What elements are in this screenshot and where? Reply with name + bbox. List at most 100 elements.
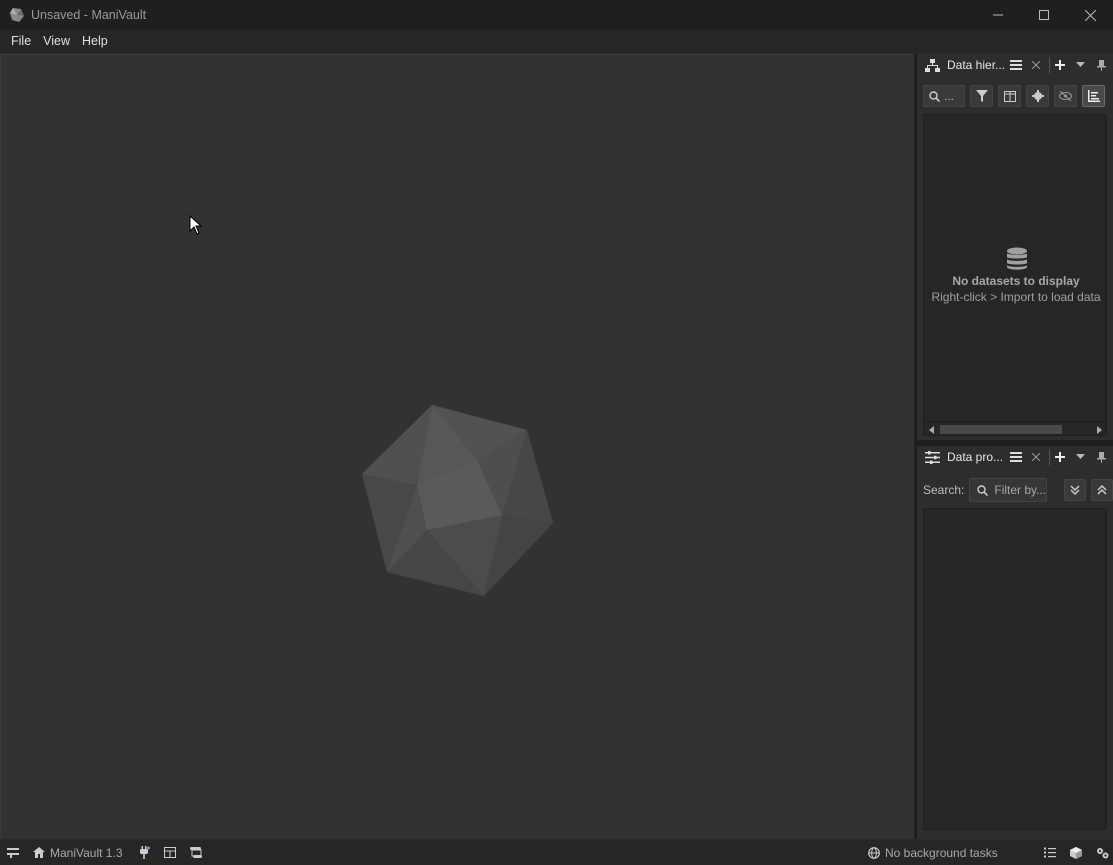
- data-properties-title: Data pro...: [947, 450, 1004, 464]
- gears-icon: [1096, 847, 1108, 858]
- search-icon: [977, 484, 989, 496]
- central-workspace[interactable]: [0, 54, 914, 839]
- scroll-icon: [189, 847, 202, 858]
- close-window-button[interactable]: [1067, 0, 1113, 30]
- home-icon: [33, 847, 45, 858]
- scrollbar-thumb[interactable]: [940, 425, 1062, 434]
- add-view-button[interactable]: [1052, 449, 1068, 465]
- plugins-button[interactable]: [137, 846, 151, 860]
- close-icon: [1032, 453, 1040, 461]
- pin-button[interactable]: [1093, 57, 1109, 73]
- menu-help[interactable]: Help: [76, 30, 114, 53]
- close-icon: [1084, 9, 1096, 21]
- maximize-button[interactable]: [1021, 0, 1067, 30]
- plug-icon: [139, 846, 150, 859]
- app-version-label: ManiVault 1.3: [50, 845, 123, 860]
- data-manager-button[interactable]: [1069, 846, 1083, 860]
- minimize-icon: [993, 14, 1003, 16]
- tree-list-icon: [1087, 90, 1100, 102]
- app-logo-icon: [10, 8, 24, 22]
- eye-slash-icon: [1059, 91, 1072, 101]
- manivault-logo-watermark: [362, 405, 553, 596]
- menu-file[interactable]: File: [5, 30, 37, 53]
- menu-bar: File View Help: [0, 30, 1113, 53]
- header-divider: [1049, 449, 1050, 465]
- data-hierarchy-title: Data hier...: [947, 58, 1006, 72]
- double-chevron-down-icon: [1070, 485, 1080, 495]
- minimize-button[interactable]: [975, 0, 1021, 30]
- layout-button[interactable]: [163, 846, 177, 860]
- empty-state: No datasets to display Right-click > Imp…: [924, 274, 1108, 304]
- checklist-icon: [1044, 847, 1056, 858]
- collapse-all-button[interactable]: [1091, 479, 1113, 501]
- pin-icon: [1096, 451, 1106, 463]
- properties-search-row: Search: Filter by...: [917, 475, 1113, 505]
- plus-icon: [1055, 60, 1065, 70]
- scroll-left-arrow-icon[interactable]: [926, 425, 936, 435]
- window-title: Unsaved - ManiVault: [31, 8, 147, 22]
- filter-placeholder: Filter by...: [994, 483, 1047, 497]
- visibility-button[interactable]: [1054, 85, 1077, 107]
- data-hierarchy-panel: Data hier... ... No datasets to display …: [917, 54, 1113, 440]
- gear-icon: [1031, 90, 1044, 102]
- hierarchy-search-button[interactable]: ...: [923, 85, 965, 107]
- panel-close-button[interactable]: [1028, 449, 1044, 465]
- search-placeholder: ...: [944, 89, 955, 103]
- title-bar: Unsaved - ManiVault: [0, 0, 1113, 30]
- home-button[interactable]: ManiVault 1.3: [33, 846, 123, 860]
- settings-status-button[interactable]: [1095, 846, 1109, 860]
- filter-button[interactable]: [970, 85, 993, 107]
- menu-view[interactable]: View: [37, 30, 76, 53]
- hamburger-icon: [1010, 60, 1022, 70]
- dataset-tree[interactable]: No datasets to display Right-click > Imp…: [923, 114, 1107, 422]
- filter-icon: [975, 90, 988, 102]
- globe-icon: [868, 846, 880, 859]
- grid-icon: [163, 847, 176, 858]
- panel-menu-button[interactable]: [1008, 57, 1024, 73]
- sliders-icon: [925, 449, 941, 465]
- maximize-icon: [1039, 10, 1049, 20]
- chevron-down-icon: [1075, 62, 1085, 67]
- expand-all-button[interactable]: [1064, 479, 1087, 501]
- background-tasks-status[interactable]: No background tasks: [868, 846, 998, 860]
- data-properties-header: Data pro...: [917, 446, 1113, 468]
- settings-button[interactable]: [1026, 85, 1049, 107]
- scroll-right-arrow-icon[interactable]: [1094, 425, 1104, 435]
- chevron-down-icon: [1075, 454, 1085, 459]
- hamburger-icon: [1010, 452, 1022, 462]
- horizontal-scrollbar[interactable]: [923, 422, 1107, 436]
- cube-icon: [1070, 846, 1082, 859]
- empty-state-subtitle: Right-click > Import to load data: [931, 290, 1101, 304]
- panel-close-button[interactable]: [1028, 57, 1044, 73]
- mouse-cursor-icon: [189, 215, 203, 235]
- add-view-button[interactable]: [1052, 57, 1068, 73]
- pin-button[interactable]: [1093, 449, 1109, 465]
- panel-toggle-icon: [7, 848, 19, 858]
- close-icon: [1032, 61, 1040, 69]
- tasks-list-button[interactable]: [1043, 846, 1057, 860]
- search-icon: [929, 90, 940, 102]
- data-properties-panel: Data pro... Search: Filter by...: [917, 446, 1113, 839]
- empty-state-title: No datasets to display: [952, 274, 1080, 288]
- logging-button[interactable]: [189, 846, 203, 860]
- columns-icon: [1003, 90, 1016, 102]
- pin-icon: [1096, 59, 1106, 71]
- database-icon: [1007, 247, 1027, 270]
- search-label: Search:: [923, 483, 965, 497]
- data-hierarchy-header: Data hier...: [917, 54, 1113, 76]
- plus-icon: [1055, 452, 1065, 462]
- properties-filter-input[interactable]: Filter by...: [969, 478, 1048, 502]
- hierarchy-toolbar: ...: [917, 81, 1113, 111]
- columns-button[interactable]: [998, 85, 1021, 107]
- background-tasks-label: No background tasks: [885, 845, 998, 860]
- toggle-menu-button[interactable]: [6, 846, 20, 860]
- hierarchy-icon: [925, 57, 941, 73]
- hierarchy-mode-button[interactable]: [1082, 85, 1105, 107]
- header-divider: [1049, 57, 1050, 73]
- double-chevron-up-icon: [1097, 485, 1107, 495]
- properties-list[interactable]: [923, 508, 1107, 830]
- status-bar: ManiVault 1.3 No background tasks: [0, 840, 1113, 865]
- panel-menu-button[interactable]: [1008, 449, 1024, 465]
- view-dropdown-button[interactable]: [1072, 449, 1088, 465]
- view-dropdown-button[interactable]: [1072, 57, 1088, 73]
